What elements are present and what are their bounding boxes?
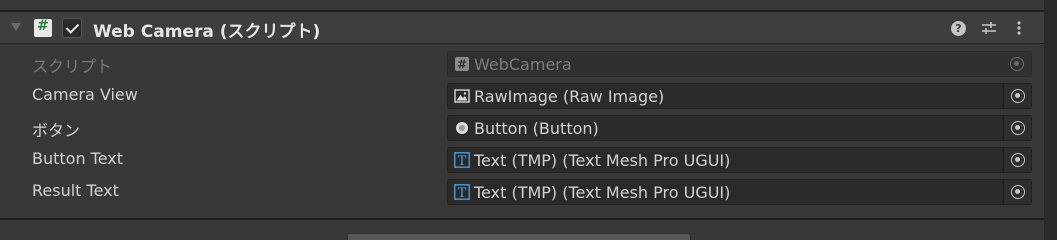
add-component-button[interactable] [347,233,691,240]
radio-icon [456,122,468,134]
object-picker-icon[interactable] [1003,116,1031,140]
script-icon [34,18,52,37]
context-menu-icon[interactable] [1010,18,1028,38]
field-label: ボタン [32,121,81,140]
svg-text:T: T [458,154,467,168]
help-icon[interactable]: ? [951,21,966,36]
camera-view-object-field[interactable]: RawImage (Raw Image) [447,83,1032,109]
text-icon: T [454,152,470,168]
foldout-arrow-icon[interactable] [11,23,21,31]
object-picker-icon[interactable] [1003,180,1031,204]
presets-icon[interactable] [980,18,998,38]
field-row-camera-view: Camera View RawImage (Raw Image) [0,81,1044,109]
inspector-panel: Web Camera (スクリプト) ? スクリプト # WebCamera [0,0,1057,240]
result-text-object-field[interactable]: T Text (TMP) (Text Mesh Pro UGUI) [447,179,1032,205]
component-title: Web Camera (スクリプト) [93,22,321,42]
field-value: Text (TMP) (Text Mesh Pro UGUI) [474,151,731,170]
field-value: Button (Button) [474,119,599,138]
field-label: Camera View [32,85,138,104]
field-value: Text (TMP) (Text Mesh Pro UGUI) [474,183,731,202]
field-row-script: スクリプト # WebCamera [0,49,1044,77]
field-value: RawImage (Raw Image) [474,87,665,106]
field-row-result-text: Result Text T Text (TMP) (Text Mesh Pro … [0,177,1044,205]
button-object-field[interactable]: Button (Button) [447,115,1032,141]
text-icon: T [454,184,470,200]
field-value: WebCamera [474,55,572,74]
component-body: スクリプト # WebCamera Camera View RawImage (… [0,45,1044,219]
svg-text:T: T [458,186,467,200]
script-icon: # [455,57,469,72]
component-enabled-checkbox[interactable] [62,18,82,38]
field-label: Button Text [32,149,124,168]
top-strip [0,0,1057,10]
field-row-button: ボタン Button (Button) [0,113,1044,141]
field-row-button-text: Button Text T Text (TMP) (Text Mesh Pro … [0,145,1044,173]
scrollbar-track[interactable] [1044,0,1057,240]
object-picker-icon[interactable] [1003,84,1031,108]
component-header[interactable]: Web Camera (スクリプト) ? [0,12,1044,44]
field-label: Result Text [32,181,119,200]
object-picker-icon[interactable] [1003,148,1031,172]
svg-text:#: # [457,58,467,72]
button-text-object-field[interactable]: T Text (TMP) (Text Mesh Pro UGUI) [447,147,1032,173]
image-icon [454,89,470,103]
field-label: スクリプト [32,57,113,76]
object-picker-icon [1003,52,1031,76]
script-object-field: # WebCamera [447,51,1032,77]
